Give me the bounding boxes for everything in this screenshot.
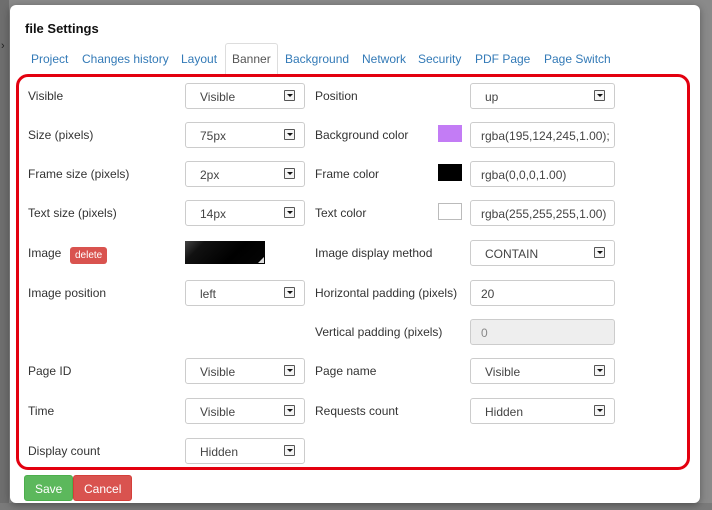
image-display-method-value: CONTAIN [485,247,539,261]
tab-background[interactable]: Background [285,52,349,66]
text-color-label: Text color [315,206,367,220]
dropdown-arrow-icon [594,247,605,258]
vertical-padding-value: 0 [481,326,488,340]
frame-color-value: rgba(0,0,0,1.00) [481,168,567,182]
display-count-select[interactable]: Hidden [185,438,305,464]
page-id-value: Visible [200,365,236,379]
visible-select[interactable]: Visible [185,83,305,109]
vertical-padding-input: 0 [470,319,615,345]
horizontal-padding-input[interactable]: 20 [470,280,615,306]
image-label: Image [28,246,62,260]
dropdown-arrow-icon [284,405,295,416]
dropdown-arrow-icon [594,90,605,101]
time-value: Visible [200,405,236,419]
text-size-select[interactable]: 14px [185,200,305,226]
tab-page-switch[interactable]: Page Switch [544,52,611,66]
save-button[interactable]: Save [24,475,74,501]
image-position-select[interactable]: left [185,280,305,306]
size-value: 75px [200,129,227,143]
image-preview [185,241,265,264]
dialog-title: file Settings [25,21,99,36]
tab-network[interactable]: Network [362,52,406,66]
frame-size-label: Frame size (pixels) [28,167,130,181]
requests-count-label: Requests count [315,404,399,418]
background-color-swatch[interactable] [438,125,462,142]
tab-banner[interactable]: Banner [225,43,278,76]
chevron-right-icon: › [1,40,5,52]
background-color-value: rgba(195,124,245,1.00); [481,129,610,143]
dropdown-arrow-icon [284,365,295,376]
text-color-input[interactable]: rgba(255,255,255,1.00) [470,200,615,226]
time-select[interactable]: Visible [185,398,305,424]
horizontal-padding-value: 20 [481,287,495,301]
backdrop-bottom [0,503,712,510]
dropdown-arrow-icon [594,405,605,416]
frame-color-swatch[interactable] [438,164,462,181]
cancel-button[interactable]: Cancel [73,475,133,501]
settings-dialog: file Settings Project Changes history La… [10,5,700,503]
page-name-value: Visible [485,365,521,379]
background-color-input[interactable]: rgba(195,124,245,1.00); [470,122,615,148]
tab-layout[interactable]: Layout [181,52,217,66]
size-label: Size (pixels) [28,128,94,142]
vertical-padding-label: Vertical padding (pixels) [315,325,443,339]
dropdown-arrow-icon [594,365,605,376]
text-color-swatch[interactable] [438,203,462,220]
horizontal-padding-label: Horizontal padding (pixels) [315,286,458,300]
visible-label: Visible [28,89,64,103]
image-position-value: left [200,287,217,301]
frame-size-value: 2px [200,168,220,182]
tab-bar: Project Changes history Layout Banner Ba… [23,43,623,76]
image-display-method-label: Image display method [315,246,433,260]
dropdown-arrow-icon [284,129,295,140]
image-display-method-select[interactable]: CONTAIN [470,240,615,266]
size-select[interactable]: 75px [185,122,305,148]
page-id-select[interactable]: Visible [185,358,305,384]
background-color-label: Background color [315,128,409,142]
page-name-select[interactable]: Visible [470,358,615,384]
text-size-value: 14px [200,207,227,221]
image-position-label: Image position [28,286,107,300]
text-size-label: Text size (pixels) [28,206,117,220]
page-name-label: Page name [315,364,377,378]
backdrop-strip [0,0,9,510]
visible-value: Visible [200,90,236,104]
position-label: Position [315,89,358,103]
requests-count-value: Hidden [485,405,524,419]
frame-size-select[interactable]: 2px [185,161,305,187]
frame-color-label: Frame color [315,167,380,181]
text-color-value: rgba(255,255,255,1.00) [481,207,607,221]
dropdown-arrow-icon [284,207,295,218]
page-id-label: Page ID [28,364,72,378]
display-count-value: Hidden [200,445,239,459]
display-count-label: Display count [28,444,101,458]
time-label: Time [28,404,55,418]
requests-count-select[interactable]: Hidden [470,398,615,424]
tab-changes-history[interactable]: Changes history [82,52,169,66]
tab-security[interactable]: Security [418,52,461,66]
dropdown-arrow-icon [284,287,295,298]
delete-image-button[interactable]: delete [70,247,108,264]
dropdown-arrow-icon [284,168,295,179]
tab-project[interactable]: Project [31,52,68,66]
position-value: up [485,90,499,104]
frame-color-input[interactable]: rgba(0,0,0,1.00) [470,161,615,187]
dropdown-arrow-icon [284,90,295,101]
tab-pdf-page[interactable]: PDF Page [475,52,530,66]
dropdown-arrow-icon [284,445,295,456]
position-select[interactable]: up [470,83,615,109]
